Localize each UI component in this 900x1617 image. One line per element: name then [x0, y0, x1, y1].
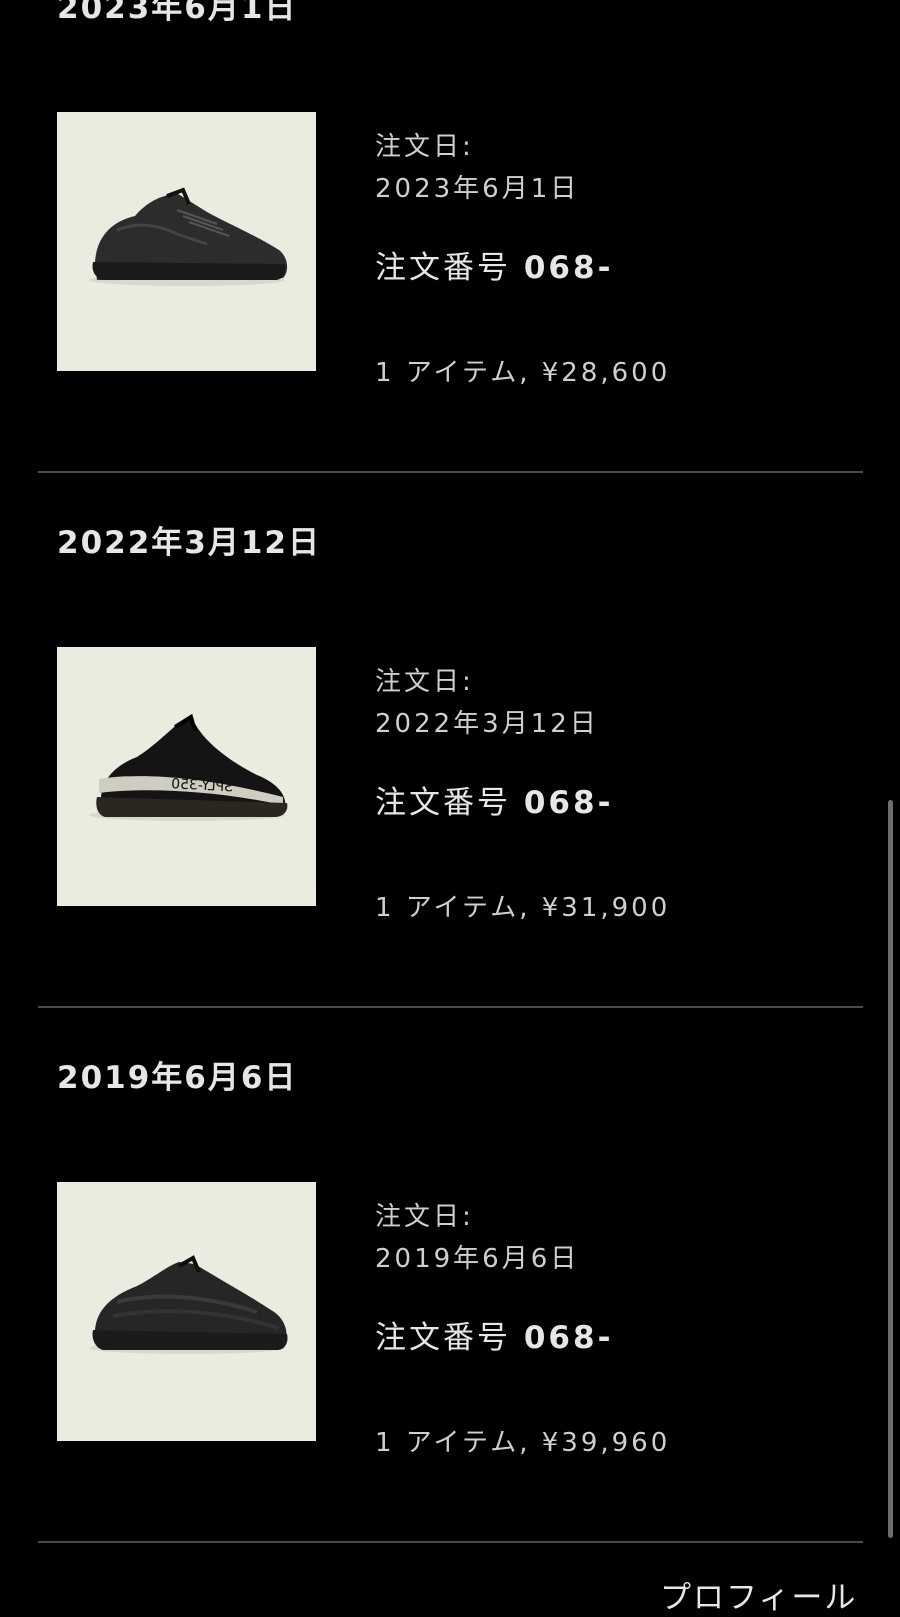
items-summary: 1 アイテム, ¥39,960	[375, 1428, 671, 1458]
order-number-value: 068-	[523, 785, 614, 821]
order-date-label: 注文日:	[375, 667, 474, 697]
order-date-heading: 2022年3月12日	[57, 525, 321, 561]
divider	[38, 1541, 863, 1543]
order-number-label: 注文番号	[375, 785, 511, 821]
order-date-label: 注文日:	[375, 132, 474, 162]
items-summary: 1 アイテム, ¥28,600	[375, 358, 671, 388]
items-summary: 1 アイテム, ¥31,900	[375, 893, 671, 923]
sneaker-black-white-stripe-icon: SPLY-350	[89, 713, 288, 821]
product-thumbnail[interactable]	[57, 1182, 316, 1441]
order-number-label: 注文番号	[375, 1320, 511, 1356]
divider	[38, 471, 863, 473]
order-number: 注文番号 068-	[375, 242, 613, 287]
divider	[38, 1006, 863, 1008]
shoe-stripe-text: SPLY-350	[171, 776, 234, 795]
profile-link[interactable]: プロフィール	[660, 1572, 857, 1617]
product-thumbnail[interactable]	[57, 112, 316, 371]
order-card[interactable]: 2023年6月1日 注文日: 2023年6月1日 注文番号 068- 1 アイテ…	[0, 0, 900, 535]
order-date-value: 2023年6月1日	[375, 174, 580, 204]
order-number-value: 068-	[523, 250, 614, 286]
order-date-heading: 2023年6月1日	[57, 0, 298, 26]
order-date-heading: 2019年6月6日	[57, 1060, 298, 1096]
sneaker-black-runner-icon	[89, 1255, 288, 1354]
order-number-label: 注文番号	[375, 250, 511, 286]
order-date-value: 2019年6月6日	[375, 1244, 580, 1274]
order-number: 注文番号 068-	[375, 777, 613, 822]
scrollbar[interactable]	[888, 800, 893, 1538]
order-card[interactable]: 2019年6月6日 注文日: 2019年6月6日 注文番号 068- 1 アイテ…	[0, 1060, 900, 1605]
order-number-value: 068-	[523, 1320, 614, 1356]
order-date-value: 2022年3月12日	[375, 709, 599, 739]
product-thumbnail[interactable]: SPLY-350	[57, 647, 316, 906]
order-card[interactable]: 2022年3月12日 SPLY-350 注文日: 2022年3月12日 注文番号…	[0, 525, 900, 1070]
order-number: 注文番号 068-	[375, 1312, 613, 1357]
order-date-label: 注文日:	[375, 1202, 474, 1232]
sneaker-black-chunky-icon	[89, 187, 288, 286]
